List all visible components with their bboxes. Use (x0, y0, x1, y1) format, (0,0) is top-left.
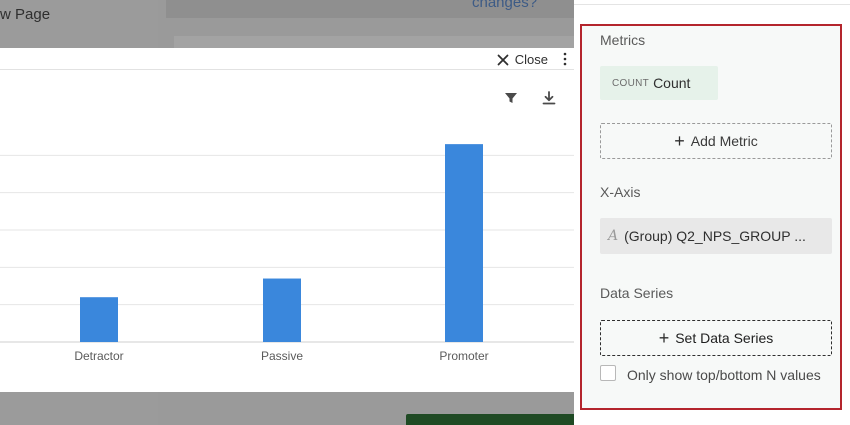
set-data-series-label: Set Data Series (675, 330, 774, 346)
x-tick-label-passive: Passive (261, 349, 303, 363)
highlighted-settings-box: Metrics COUNT Count + Add Metric X-Axis … (580, 24, 842, 410)
background-page-title: w Page (0, 6, 51, 23)
panel-top-divider (574, 4, 850, 5)
metric-chip-count[interactable]: COUNT Count (600, 66, 718, 100)
only-show-top-bottom-label: Only show top/bottom N values (627, 367, 821, 383)
x-axis-field-chip[interactable]: A (Group) Q2_NPS_GROUP ... (600, 218, 832, 254)
background-link: changes? (472, 0, 538, 11)
data-series-heading: Data Series (600, 285, 674, 301)
download-icon[interactable] (541, 90, 557, 106)
chart-modal: Close Detractor Passive Promoter (0, 48, 574, 392)
x-tick-label-detractor: Detractor (74, 349, 123, 363)
text-type-icon: A (608, 228, 619, 244)
plus-icon: + (658, 328, 670, 348)
bar-detractor[interactable] (80, 297, 118, 342)
background-strip (174, 36, 574, 48)
metric-type-label: COUNT (612, 77, 650, 89)
bar-promoter[interactable] (445, 144, 483, 342)
metric-name-label: Count (653, 75, 691, 91)
x-axis-field-name: (Group) Q2_NPS_GROUP ... (624, 228, 806, 244)
bar-chart: Detractor Passive Promoter (0, 144, 574, 363)
close-label: Close (514, 52, 548, 67)
x-tick-label-promoter: Promoter (439, 349, 488, 363)
filter-icon[interactable] (503, 90, 519, 106)
set-data-series-button[interactable]: + Set Data Series (600, 320, 832, 356)
x-axis-heading: X-Axis (600, 184, 641, 200)
settings-panel: Metrics COUNT Count + Add Metric X-Axis … (574, 0, 850, 425)
close-icon (497, 54, 509, 65)
add-metric-button[interactable]: + Add Metric (600, 123, 832, 159)
metrics-heading: Metrics (600, 32, 646, 48)
plus-icon: + (674, 131, 685, 151)
only-show-top-bottom-checkbox[interactable] (600, 365, 616, 381)
modal-header: Close (0, 48, 574, 70)
bar-passive[interactable] (263, 278, 301, 342)
background-green-button (406, 414, 576, 425)
close-button[interactable]: Close (497, 52, 548, 67)
kebab-menu-icon[interactable] (562, 52, 568, 66)
add-metric-label: Add Metric (690, 133, 758, 149)
